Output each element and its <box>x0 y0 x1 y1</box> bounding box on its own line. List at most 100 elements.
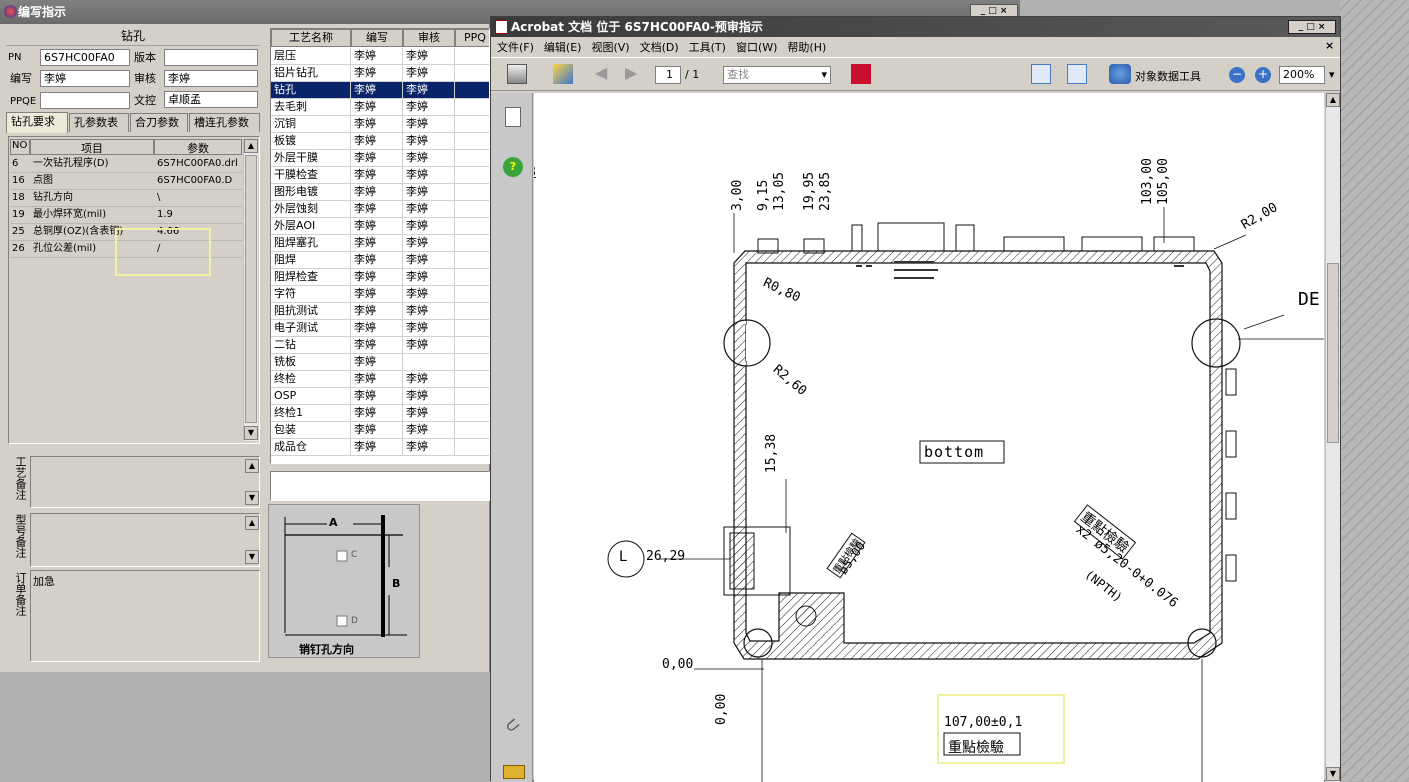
process-cell-author: 李婷 <box>354 303 403 320</box>
model-note-field[interactable]: ▲ ▼ <box>30 513 260 567</box>
acrobat-titlebar[interactable]: Acrobat 文档 位于 6S7HC00FA0-预审指示 _ □ × <box>491 17 1340 37</box>
scroll-up-icon[interactable]: ▲ <box>244 139 258 153</box>
acrobat-window-controls[interactable]: _ □ × <box>1288 20 1336 34</box>
process-cell-name: 外层干膜 <box>274 150 351 167</box>
scroll-down-icon[interactable]: ▼ <box>245 491 259 505</box>
menu-tools[interactable]: 工具(T) <box>689 39 726 57</box>
process-row[interactable]: 阻焊检查 李婷 李婷 <box>271 269 489 286</box>
process-row[interactable]: OSP 李婷 李婷 <box>271 388 489 405</box>
zoom-input[interactable]: 200% <box>1279 66 1325 84</box>
scroll-down-icon[interactable]: ▼ <box>245 550 259 564</box>
fit-page-icon[interactable] <box>1067 64 1087 84</box>
process-row[interactable]: 铝片钻孔 李婷 李婷 <box>271 65 489 82</box>
ppqe-field[interactable] <box>40 92 130 109</box>
close-document-icon[interactable]: × <box>1325 39 1334 52</box>
process-row[interactable]: 阻焊 李婷 李婷 <box>271 252 489 269</box>
process-cell-name: 铣板 <box>274 354 351 371</box>
page-number-input[interactable]: 1 <box>655 66 681 84</box>
process-row[interactable]: 干膜检查 李婷 李婷 <box>271 167 489 184</box>
help-icon[interactable]: ? <box>503 157 523 177</box>
process-cell-name: 包装 <box>274 422 351 439</box>
zoom-in-icon[interactable]: + <box>1255 67 1271 83</box>
menu-file[interactable]: 文件(F) <box>497 39 534 57</box>
params-cell-no: 19 <box>12 209 25 220</box>
tab-slot-params[interactable]: 槽连孔参数 <box>189 113 260 132</box>
process-cell-author: 李婷 <box>354 133 403 150</box>
next-page-icon[interactable]: ▶ <box>625 64 645 84</box>
tab-hole-params[interactable]: 孔参数表 <box>69 113 129 132</box>
pages-icon[interactable] <box>505 107 521 127</box>
zoom-out-icon[interactable]: − <box>1229 67 1245 83</box>
fit-width-icon[interactable] <box>1031 64 1051 84</box>
process-cell-name: 板镀 <box>274 133 351 150</box>
scroll-up-icon[interactable]: ▲ <box>245 516 259 530</box>
pn-field[interactable]: 6S7HC00FA0 <box>40 49 130 66</box>
process-row[interactable]: 阻焊塞孔 李婷 李婷 <box>271 235 489 252</box>
process-row[interactable]: 层压 李婷 李婷 <box>271 48 489 65</box>
object-data-icon[interactable] <box>1109 64 1131 84</box>
process-row[interactable]: 二钻 李婷 李婷 <box>271 337 489 354</box>
params-row[interactable]: 18 钻孔方向 \ <box>10 190 242 207</box>
tab-drill-requirements[interactable]: 钻孔要求 <box>6 112 68 133</box>
scroll-up-icon[interactable]: ▲ <box>245 459 259 473</box>
version-field[interactable] <box>164 49 258 66</box>
process-cell-review: 李婷 <box>406 252 455 269</box>
pin-label-a: A <box>329 516 338 529</box>
zoom-dropdown-icon[interactable]: ▾ <box>1329 68 1335 81</box>
process-cell-author: 李婷 <box>354 201 403 218</box>
process-cell-author: 李婷 <box>354 235 403 252</box>
params-scrollbar[interactable]: ▲ ▼ <box>243 139 258 441</box>
process-note-field[interactable]: ▲ ▼ <box>30 456 260 508</box>
author-field[interactable]: 李婷 <box>40 70 130 87</box>
prev-page-icon[interactable]: ◀ <box>595 64 615 84</box>
print-icon[interactable] <box>507 64 527 84</box>
process-row[interactable]: 钻孔 李婷 李婷 <box>271 82 489 99</box>
process-row[interactable]: 外层AOI 李婷 李婷 <box>271 218 489 235</box>
chevron-down-icon[interactable]: ▾ <box>821 67 827 82</box>
params-row[interactable]: 19 最小焊环宽(mil) 1.9 <box>10 207 242 224</box>
menu-window[interactable]: 窗口(W) <box>736 39 777 57</box>
process-row[interactable]: 成品仓 李婷 李婷 <box>271 439 489 456</box>
find-input[interactable]: 查找 ▾ <box>723 66 831 84</box>
params-scroll-thumb[interactable] <box>245 155 257 423</box>
menu-help[interactable]: 帮助(H) <box>787 39 826 57</box>
scroll-down-icon[interactable]: ▼ <box>244 426 258 440</box>
tab-tool-params[interactable]: 合刀参数 <box>130 113 188 132</box>
attach-pdf-icon[interactable] <box>553 64 573 84</box>
process-row[interactable]: 板镀 李婷 李婷 <box>271 133 489 150</box>
process-row[interactable]: 铣板 李婷 <box>271 354 489 371</box>
menu-view[interactable]: 视图(V) <box>591 39 629 57</box>
doc-control-field[interactable]: 卓顺孟 <box>164 91 258 108</box>
process-row[interactable]: 沉铜 李婷 李婷 <box>271 116 489 133</box>
menu-edit[interactable]: 编辑(E) <box>544 39 582 57</box>
comments-icon[interactable] <box>503 765 525 779</box>
process-row[interactable]: 包装 李婷 李婷 <box>271 422 489 439</box>
pdf-scrollbar[interactable]: ▲ ▼ <box>1325 93 1340 782</box>
process-input[interactable] <box>270 471 490 501</box>
params-row[interactable]: 6 一次钻孔程序(D) 6S7HC00FA0.drl <box>10 156 242 173</box>
process-cell-author: 李婷 <box>354 422 403 439</box>
params-row[interactable]: 16 点图 6S7HC00FA0.D <box>10 173 242 190</box>
paperclip-icon[interactable]: ⊂ <box>500 713 525 739</box>
process-row[interactable]: 阻抗测试 李婷 李婷 <box>271 303 489 320</box>
scroll-down-icon[interactable]: ▼ <box>1326 767 1340 781</box>
process-cell-author: 李婷 <box>354 167 403 184</box>
process-cell-review: 李婷 <box>406 235 455 252</box>
process-row[interactable]: 外层干膜 李婷 李婷 <box>271 150 489 167</box>
menu-document[interactable]: 文档(D) <box>640 39 679 57</box>
pdf-scroll-thumb[interactable] <box>1327 263 1339 443</box>
order-note-field[interactable]: 加急 <box>30 570 260 662</box>
adobe-acrobat-icon[interactable] <box>851 64 871 84</box>
process-cell-review: 李婷 <box>406 388 455 405</box>
process-row[interactable]: 图形电镀 李婷 李婷 <box>271 184 489 201</box>
process-cell-name: 沉铜 <box>274 116 351 133</box>
review-field[interactable]: 李婷 <box>164 70 258 87</box>
process-row[interactable]: 终检 李婷 李婷 <box>271 371 489 388</box>
scroll-up-icon[interactable]: ▲ <box>1326 93 1340 107</box>
process-row[interactable]: 终检1 李婷 李婷 <box>271 405 489 422</box>
process-row[interactable]: 去毛刺 李婷 李婷 <box>271 99 489 116</box>
process-row[interactable]: 电子测试 李婷 李婷 <box>271 320 489 337</box>
object-data-tool[interactable]: 对象数据工具 <box>1135 68 1201 84</box>
process-row[interactable]: 字符 李婷 李婷 <box>271 286 489 303</box>
process-row[interactable]: 外层蚀刻 李婷 李婷 <box>271 201 489 218</box>
